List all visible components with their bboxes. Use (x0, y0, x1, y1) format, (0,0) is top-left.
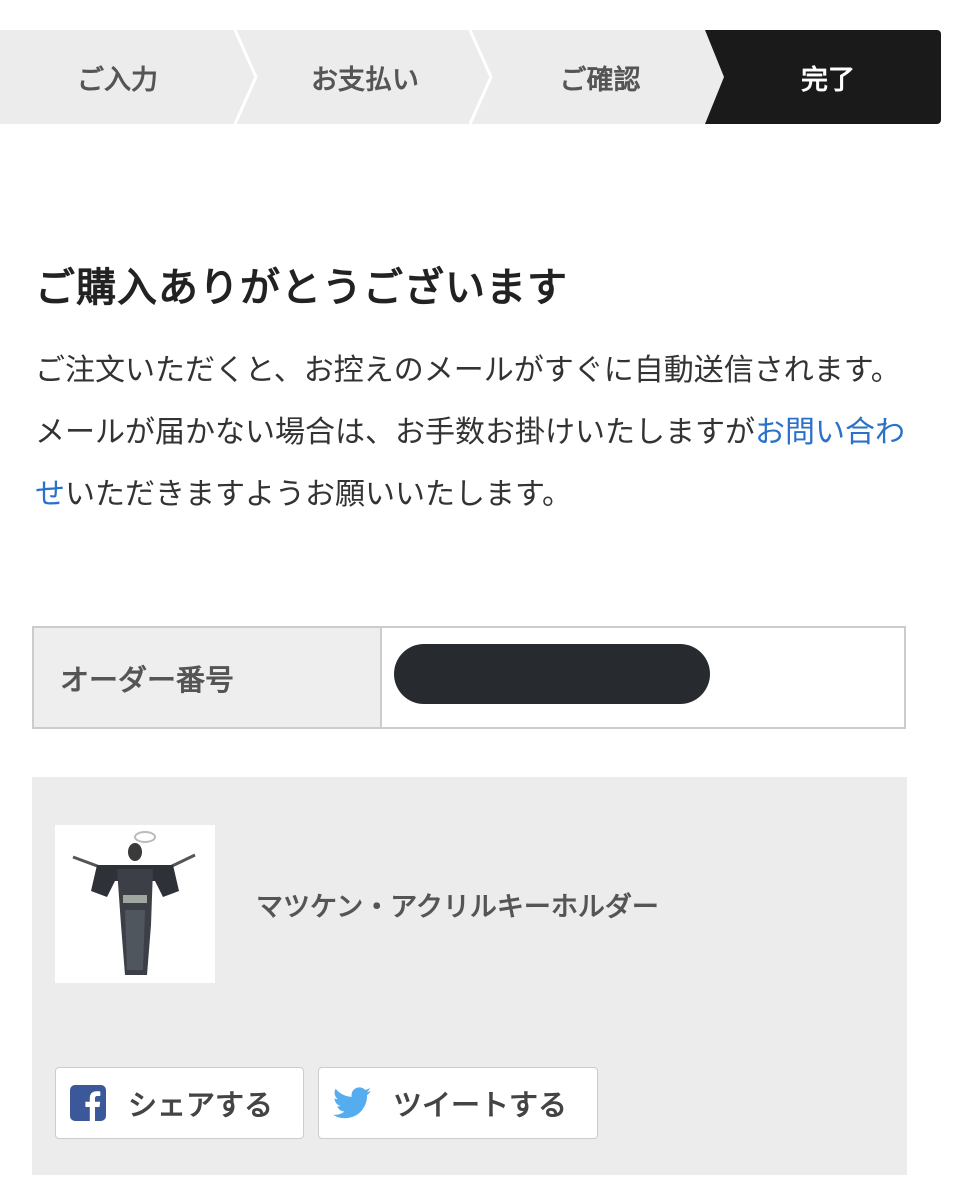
step-complete: 完了 (801, 64, 855, 96)
message-text-1: ご注文いただくと、お控えのメールがすぐに自動送信されます。 (35, 353, 901, 388)
product-thumbnail[interactable] (55, 825, 215, 983)
facebook-share-label: シェアする (128, 1088, 274, 1122)
page-title: ご購入ありがとうございます (35, 265, 568, 311)
product-panel: マツケン・アクリルキーホルダー シェアする ツイートする (32, 777, 907, 1175)
facebook-share-button[interactable]: シェアする (55, 1067, 304, 1139)
order-number-label: オーダー番号 (34, 628, 382, 727)
twitter-bird-icon (333, 1087, 371, 1119)
step-payment: お支払い (311, 64, 419, 96)
facebook-icon (70, 1085, 106, 1121)
twitter-tweet-label: ツイートする (393, 1088, 568, 1122)
twitter-tweet-button[interactable]: ツイートする (318, 1067, 598, 1139)
confirmation-message: ご注文いただくと、お控えのメールがすぐに自動送信されます。 メールが届かない場合は… (35, 340, 915, 526)
order-number-table: オーダー番号 (32, 626, 906, 729)
product-name: マツケン・アクリルキーホルダー (256, 892, 659, 923)
redaction-bar (394, 644, 710, 704)
order-number-value (382, 628, 904, 727)
product-image (72, 831, 196, 975)
step-input: ご入力 (77, 64, 158, 96)
checkout-steps: ご入力 お支払い ご確認 完了 (0, 30, 941, 124)
message-text-2: メールが届かない場合は、お手数お掛けいたしますが (35, 415, 755, 450)
message-text-3: いただきますようお願いいたします。 (65, 477, 572, 512)
step-confirm: ご確認 (559, 64, 641, 96)
